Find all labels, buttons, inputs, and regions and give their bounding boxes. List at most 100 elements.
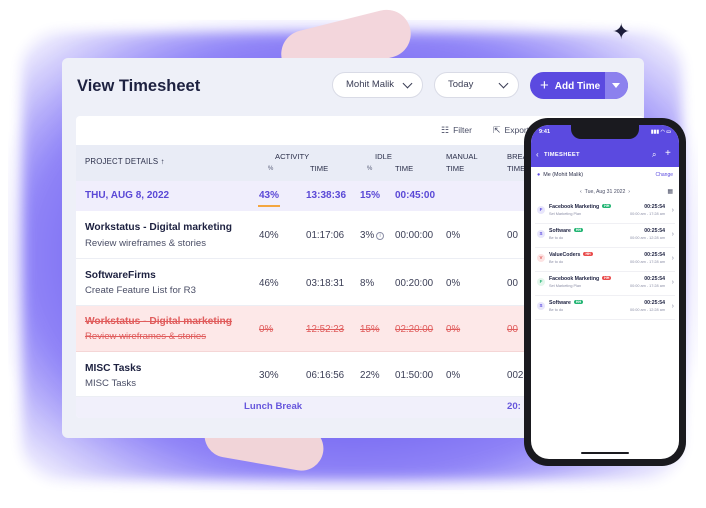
entry-badge: HH: [602, 276, 612, 280]
info-icon[interactable]: i: [376, 232, 385, 240]
entry-name: Facebook Marketing HH: [549, 204, 612, 210]
idle-time: 01:50:00: [395, 370, 434, 381]
header-idle-pct: %: [367, 166, 373, 172]
lunch-break-time: 20:: [507, 401, 521, 412]
entry-name-text: Facebook Marketing: [549, 204, 600, 210]
idle-time: 00:00:00: [395, 230, 434, 241]
manual-pct: 0%: [446, 230, 461, 241]
header-manual: MANUAL: [446, 152, 478, 161]
date-idle-pct: 15%: [360, 190, 381, 201]
export-icon: ⇱: [493, 125, 501, 135]
back-icon[interactable]: ‹: [536, 150, 539, 159]
search-icon[interactable]: ⌕: [652, 150, 656, 160]
entry-avatar: F: [537, 206, 545, 214]
phone-entry[interactable]: S Software HH Be to do 00:25:54 00:00 am …: [535, 296, 675, 320]
entry-task: Be to do: [549, 308, 564, 312]
activity-pct: 0%: [259, 324, 274, 335]
add-time-dropdown-toggle[interactable]: [605, 72, 628, 99]
header-activity: ACTIVITY: [275, 152, 310, 161]
entry-avatar: S: [537, 302, 545, 310]
sort-arrow-icon: ↑: [160, 157, 165, 166]
chevron-right-icon: ›: [671, 255, 674, 262]
activity-time: 12:52:23: [306, 324, 345, 335]
project-name: Workstatus - Digital marketing: [85, 316, 232, 327]
entry-duration: 00:25:54: [644, 276, 665, 282]
chevron-down-icon: [402, 78, 413, 89]
entry-range: 00:00 am - 12:28 am: [629, 308, 665, 312]
export-button[interactable]: ⇱ Export: [493, 125, 529, 136]
entry-badge: HH: [602, 204, 612, 208]
idle-pct-value: 3%: [360, 230, 375, 241]
filter-label: Filter: [453, 125, 472, 135]
entry-name: ValueCoders HH: [549, 252, 593, 258]
entry-name-text: Facebook Marketing: [549, 276, 600, 282]
manual-pct: 0%: [446, 370, 461, 381]
project-name: SoftwareFirms: [85, 270, 156, 281]
chevron-right-icon: ›: [671, 207, 674, 214]
entry-name-text: Software: [549, 300, 571, 306]
entry-task: Be to do: [549, 260, 564, 264]
activity-time: 01:17:06: [306, 230, 345, 241]
idle-pct: 22%: [360, 370, 380, 381]
idle-pct: 15%: [360, 324, 380, 335]
header-activity-pct: %: [268, 166, 274, 172]
entry-range: 00:00 am - 17:28 am: [629, 284, 665, 288]
manual-pct: 0%: [446, 324, 461, 335]
phone-entry[interactable]: S Software HH Be to do 00:25:54 00:00 am …: [535, 224, 675, 248]
next-day-icon[interactable]: ›: [628, 189, 630, 195]
phone-clock: 9:41: [539, 129, 551, 135]
task-name: Review wireframes & stories: [85, 331, 207, 342]
break-time: 00: [507, 278, 518, 289]
phone-user-row: ● Me (Mohit Malik) Change: [537, 172, 673, 184]
entry-task: Set Marketing Plan: [549, 212, 582, 216]
lunch-break-label: Lunch Break: [244, 401, 303, 412]
header-break-time: TIME: [507, 164, 526, 173]
activity-pct: 46%: [259, 278, 279, 289]
add-icon[interactable]: +: [665, 148, 671, 159]
entry-badge: HH: [573, 300, 584, 304]
phone-date: Tue, Aug 31 2022: [584, 189, 626, 195]
person-icon: ●: [537, 172, 541, 178]
chevron-down-icon: [498, 78, 509, 89]
date-activity-time: 13:38:36: [306, 190, 347, 201]
entry-range: 00:00 am - 17:28 am: [629, 260, 665, 264]
prev-day-icon[interactable]: ‹: [580, 189, 582, 195]
entry-badge: HH: [583, 252, 593, 256]
phone-date-nav: ‹ Tue, Aug 31 2022 ›: [531, 189, 679, 195]
chevron-right-icon: ›: [671, 303, 674, 310]
entry-task: Be to do: [549, 236, 564, 240]
break-time: 00: [507, 230, 518, 241]
change-user-link[interactable]: Change: [655, 172, 673, 178]
project-name: MISC Tasks: [85, 363, 142, 374]
phone-entry[interactable]: F Facebook Marketing HH Set Marketing Pla…: [535, 200, 675, 224]
user-select[interactable]: Mohit Malik: [332, 72, 423, 98]
phone-screen: 9:41 ▮▮▮ ◠ ▭ ‹ TIMESHEET ⌕ + ● Me (Mohit …: [531, 125, 679, 459]
filter-button[interactable]: ☷ Filter: [441, 125, 472, 136]
calendar-icon[interactable]: ▦: [667, 188, 673, 195]
task-name: MISC Tasks: [85, 378, 136, 389]
activity-underline: [258, 205, 280, 207]
break-time: 00: [507, 324, 518, 335]
activity-pct: 30%: [259, 370, 279, 381]
day-select[interactable]: Today: [434, 72, 519, 98]
entry-duration: 00:25:54: [644, 228, 665, 234]
add-time-button[interactable]: + Add Time: [530, 72, 628, 99]
filter-icon: ☷: [441, 125, 450, 135]
activity-time: 06:16:56: [306, 370, 345, 381]
task-name: Review wireframes & stories: [85, 238, 207, 249]
date-idle-time: 00:45:00: [395, 190, 436, 201]
entry-name: Software HH: [549, 228, 584, 234]
entry-name: Facebook Marketing HH: [549, 276, 612, 282]
activity-pct: 40%: [259, 230, 279, 241]
task-name: Create Feature List for R3: [85, 285, 196, 296]
phone-entry[interactable]: V ValueCoders HH Be to do 00:25:54 00:00 …: [535, 248, 675, 272]
stage: ✦ View Timesheet Mohit Malik Today + Add …: [0, 0, 706, 508]
phone-user-label: Me (Mohit Malik): [543, 172, 584, 178]
entry-name-text: Software: [549, 228, 571, 234]
idle-pct: 8%: [360, 278, 375, 289]
phone-mockup: 9:41 ▮▮▮ ◠ ▭ ‹ TIMESHEET ⌕ + ● Me (Mohit …: [524, 118, 686, 466]
entry-duration: 00:25:54: [644, 252, 665, 258]
manual-pct: 0%: [446, 278, 461, 289]
header-project-details[interactable]: PROJECT DETAILS ↑: [85, 157, 165, 166]
phone-entry[interactable]: F Facebook Marketing HH Set Marketing Pla…: [535, 272, 675, 296]
